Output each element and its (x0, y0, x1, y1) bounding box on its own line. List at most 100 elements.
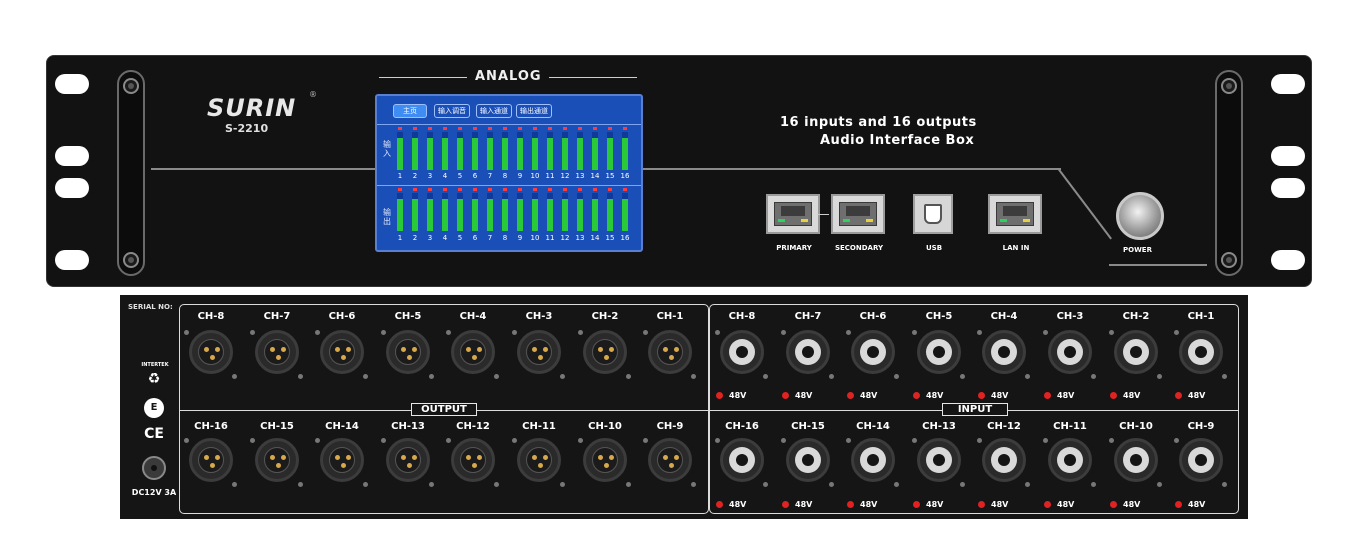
primary-label: PRIMARY (776, 244, 812, 252)
input-channel-number: 9 (517, 172, 523, 180)
usb-port[interactable] (913, 194, 953, 234)
power-button[interactable] (1116, 192, 1164, 240)
output-peak-indicator (413, 188, 417, 191)
output-channel-label: CH-2 (591, 311, 619, 322)
input-combo-jack[interactable] (1108, 326, 1164, 382)
input-channel-label: CH-9 (1187, 421, 1215, 432)
phantom-power-label: 48V (926, 500, 944, 509)
output-meter-fill (517, 199, 523, 231)
output-xlr-jack[interactable] (183, 434, 239, 490)
tab-output-channels[interactable]: 输出通道 (516, 104, 552, 118)
input-combo-jack[interactable] (845, 434, 901, 490)
input-combo-jack[interactable] (976, 434, 1032, 490)
output-xlr-jack[interactable] (380, 434, 436, 490)
output-xlr-jack[interactable] (314, 434, 370, 490)
xlr-pin (471, 463, 477, 468)
mount-screw-icon (894, 482, 899, 487)
input-channel-number: 14 (590, 172, 600, 180)
input-combo-jack[interactable] (714, 434, 770, 490)
analog-line-right (549, 77, 637, 78)
phantom-power-label: 48V (1188, 391, 1206, 400)
screen-divider (377, 124, 641, 125)
input-combo-jack[interactable] (714, 326, 770, 382)
output-peak-indicator (578, 188, 582, 191)
output-xlr-jack[interactable] (249, 326, 305, 382)
secondary-ethernet-port[interactable] (831, 194, 885, 234)
output-xlr-jack[interactable] (445, 326, 501, 382)
output-xlr-jack[interactable] (642, 326, 698, 382)
xlr-pin (270, 455, 275, 460)
primary-ethernet-port[interactable] (766, 194, 820, 234)
input-combo-jack[interactable] (780, 326, 836, 382)
output-xlr-jack[interactable] (380, 326, 436, 382)
phantom-power-label: 48V (860, 500, 878, 509)
xlr-pin (412, 455, 417, 460)
phantom-power-led (847, 392, 854, 399)
mount-screw-icon (1222, 482, 1227, 487)
left-handle (117, 70, 145, 276)
usb-label: USB (925, 244, 943, 252)
input-combo-jack[interactable] (1042, 434, 1098, 490)
panel-line (151, 168, 375, 170)
input-combo-jack[interactable] (1173, 434, 1229, 490)
lan-in-label: LAN IN (1002, 244, 1030, 252)
input-combo-jack[interactable] (1042, 326, 1098, 382)
input-combo-jack[interactable] (1173, 326, 1229, 382)
xlr-pin (275, 463, 281, 468)
input-meter-fill (607, 138, 613, 170)
mount-screw-icon (715, 330, 720, 335)
tab-input-mixing[interactable]: 输入调音 (434, 104, 470, 118)
output-xlr-jack[interactable] (314, 326, 370, 382)
output-peak-indicator (548, 188, 552, 191)
tab-input-channels[interactable]: 输入通道 (476, 104, 512, 118)
input-channel-number: 13 (575, 172, 585, 180)
xlr-pin (477, 347, 482, 352)
secondary-label: SECONDARY (834, 244, 884, 252)
mount-screw-icon (977, 330, 982, 335)
mount-screw-icon (1157, 374, 1162, 379)
input-combo-jack[interactable] (845, 326, 901, 382)
mount-screw-icon (560, 482, 565, 487)
mount-screw-icon (763, 374, 768, 379)
output-xlr-jack[interactable] (183, 326, 239, 382)
output-xlr-jack[interactable] (249, 434, 305, 490)
mount-screw-icon (846, 330, 851, 335)
tab-home[interactable]: 主页 (393, 104, 427, 118)
output-xlr-jack[interactable] (577, 434, 633, 490)
input-peak-indicator (473, 127, 477, 130)
mount-screw-icon (1109, 438, 1114, 443)
input-peak-indicator (413, 127, 417, 130)
lan-in-port[interactable] (988, 194, 1042, 234)
input-channel-label: CH-13 (922, 421, 956, 432)
screw-icon (123, 78, 139, 94)
output-xlr-jack[interactable] (642, 434, 698, 490)
mount-screw-icon (578, 438, 583, 443)
input-combo-jack[interactable] (911, 326, 967, 382)
registered-mark: ® (309, 90, 317, 99)
output-channel-number: 8 (502, 234, 508, 242)
phantom-power-led (913, 501, 920, 508)
input-combo-jack[interactable] (780, 434, 836, 490)
phantom-power-led (716, 392, 723, 399)
touch-screen[interactable]: 主页 输入调音 输入通道 输出通道 输入 输出 1 2 3 4 5 6 7 8 9 10 11 12 1… (375, 94, 643, 252)
output-meter-fill (442, 199, 448, 231)
output-channel-label: CH-12 (456, 421, 490, 432)
output-meter-fill (577, 199, 583, 231)
output-xlr-jack[interactable] (511, 434, 567, 490)
output-xlr-jack[interactable] (445, 434, 501, 490)
mount-screw-icon (446, 330, 451, 335)
output-meter-fill (397, 199, 403, 231)
output-channel-number: 12 (560, 234, 570, 242)
output-xlr-jack[interactable] (511, 326, 567, 382)
input-combo-jack[interactable] (976, 326, 1032, 382)
input-combo-jack[interactable] (1108, 434, 1164, 490)
output-channel-number: 16 (620, 234, 630, 242)
xlr-pin (609, 347, 614, 352)
input-combo-jack[interactable] (911, 434, 967, 490)
mount-screw-icon (1025, 482, 1030, 487)
dc-power-jack[interactable] (142, 456, 166, 480)
xlr-pin (204, 347, 209, 352)
input-peak-indicator (578, 127, 582, 130)
output-xlr-jack[interactable] (577, 326, 633, 382)
mount-screw-icon (494, 482, 499, 487)
